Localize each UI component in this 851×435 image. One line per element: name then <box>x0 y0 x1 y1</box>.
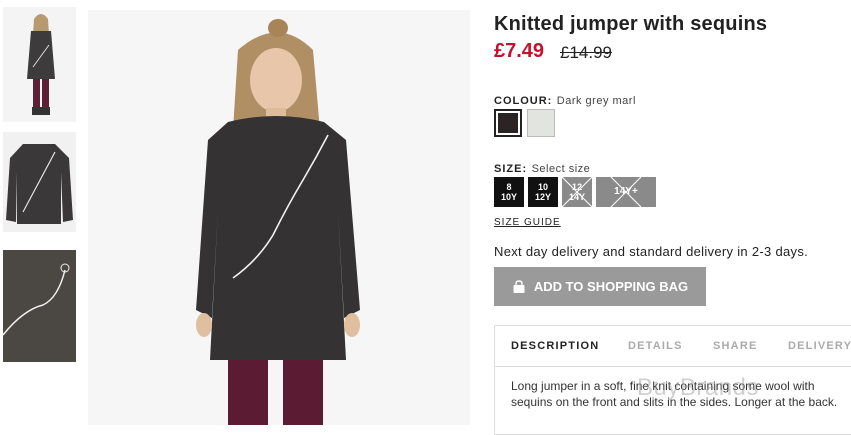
product-tabs: DESCRIPTION DETAILS SHARE DELIVERY Long … <box>494 325 851 435</box>
watermark: BuyBrands <box>637 374 759 401</box>
size-option-line2: 12Y <box>534 192 551 202</box>
size-option-12-14y[interactable]: 12 14Y <box>562 177 592 207</box>
swatch-dark-grey-marl[interactable] <box>494 109 522 137</box>
add-to-bag-label: ADD TO SHOPPING BAG <box>533 279 689 294</box>
tab-description[interactable]: DESCRIPTION <box>511 340 599 352</box>
size-option-line2: 10Y <box>500 192 517 202</box>
size-value: Select size <box>531 163 591 175</box>
product-info-panel: Knitted jumper with sequins £7.49 £14.99… <box>494 0 851 435</box>
thumbnail-3[interactable] <box>3 250 76 362</box>
product-main-image <box>88 10 470 425</box>
colour-label-row: COLOUR: Dark grey marl <box>494 91 636 109</box>
delivery-info: Next day delivery and standard delivery … <box>494 244 809 259</box>
colour-value: Dark grey marl <box>556 95 636 107</box>
size-option-8-10y[interactable]: 8 10Y <box>494 177 524 207</box>
thumbnail-1[interactable] <box>3 7 76 122</box>
unavailable-cross-icon <box>610 177 642 207</box>
swatch-light-grey[interactable] <box>527 109 555 137</box>
shopping-bag-icon <box>513 279 525 293</box>
tab-details[interactable]: DETAILS <box>628 340 683 352</box>
tab-bar: DESCRIPTION DETAILS SHARE DELIVERY <box>495 326 851 367</box>
size-option-line1: 8 <box>506 182 512 192</box>
thumbnail-2[interactable] <box>3 132 76 232</box>
unavailable-cross-icon <box>562 177 592 207</box>
colour-label: COLOUR: <box>494 95 553 107</box>
size-label: SIZE: <box>494 163 528 175</box>
thumbnail-gallery <box>0 0 80 425</box>
size-guide-link[interactable]: SIZE GUIDE <box>494 217 561 228</box>
tab-share[interactable]: SHARE <box>713 340 758 352</box>
size-option-line1: 10 <box>537 182 548 192</box>
size-option-10-12y[interactable]: 10 12Y <box>528 177 558 207</box>
add-to-bag-button[interactable]: ADD TO SHOPPING BAG <box>494 267 706 306</box>
size-options: 810Y 1012Y 1214Y 14Y+ <box>494 177 656 207</box>
original-price: £14.99 <box>560 43 612 62</box>
colour-swatches <box>494 109 555 137</box>
product-title: Knitted jumper with sequins <box>494 13 768 35</box>
sale-price: £7.49 <box>494 40 545 62</box>
size-label-row: SIZE: Select size <box>494 159 590 177</box>
tab-delivery[interactable]: DELIVERY <box>788 340 851 352</box>
size-option-14y-plus[interactable]: 14Y+ <box>596 177 656 207</box>
